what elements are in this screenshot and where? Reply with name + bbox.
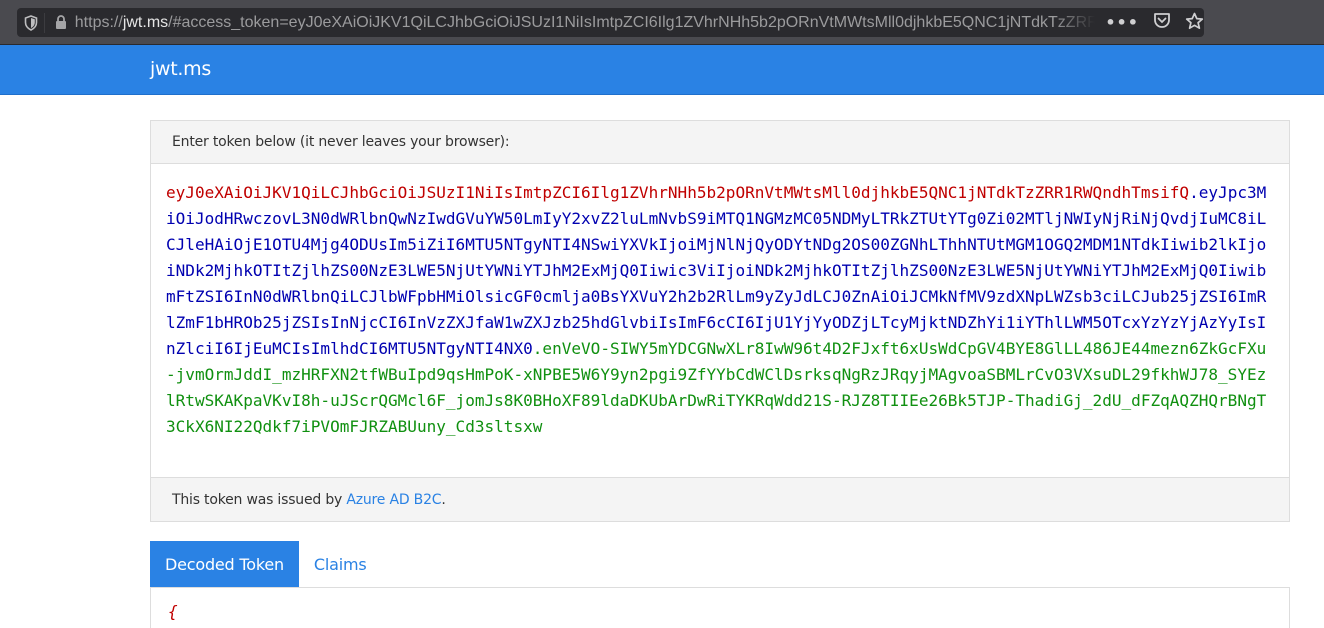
tracking-protection-icon[interactable]	[17, 12, 46, 33]
url-bar[interactable]: https://jwt.ms/#access_token=eyJ0eXAiOiJ…	[17, 8, 1204, 37]
json-open-brace: {	[168, 602, 178, 621]
result-tabs: Decoded Token Claims	[150, 541, 1290, 588]
lock-icon[interactable]	[49, 15, 72, 30]
token-prompt: Enter token below (it never leaves your …	[151, 121, 1289, 164]
issuer-suffix: .	[441, 491, 446, 508]
decoded-token-panel: {	[150, 588, 1290, 628]
site-title[interactable]: jwt.ms	[150, 58, 211, 80]
issuer-link[interactable]: Azure AD B2C	[346, 492, 441, 508]
url-text[interactable]: https://jwt.ms/#access_token=eyJ0eXAiOiJ…	[75, 14, 1096, 32]
url-scheme: https://	[74, 13, 123, 31]
token-card: Enter token below (it never leaves your …	[150, 120, 1290, 522]
token-separator: .	[532, 339, 543, 358]
token-input[interactable]: eyJ0eXAiOiJKV1QiLCJhbGciOiJSUzI1NiIsImtp…	[151, 164, 1289, 477]
page-actions-icon[interactable]: •••	[1105, 14, 1139, 31]
issuer-note: This token was issued by Azure AD B2C.	[151, 477, 1289, 521]
site-header: jwt.ms	[0, 45, 1324, 95]
url-host: jwt.ms	[122, 13, 169, 31]
tab-claims[interactable]: Claims	[299, 541, 382, 587]
pocket-icon[interactable]	[1153, 12, 1171, 33]
browser-toolbar: https://jwt.ms/#access_token=eyJ0eXAiOiJ…	[0, 0, 1324, 45]
url-path: /#access_token=eyJ0eXAiOiJKV1QiLCJhbGciO…	[168, 13, 1096, 31]
bookmark-star-icon[interactable]	[1185, 12, 1204, 34]
tab-decoded-token[interactable]: Decoded Token	[150, 541, 299, 587]
token-separator: .	[1189, 183, 1199, 202]
issuer-prefix: This token was issued by	[172, 491, 347, 508]
token-header-segment: eyJ0eXAiOiJKV1QiLCJhbGciOiJSUzI1NiIsImtp…	[166, 183, 1190, 202]
token-payload-segment: eyJpc3MiOiJodHRwczovL3N0dWRlbnQwNzIwdGVu…	[166, 183, 1267, 358]
